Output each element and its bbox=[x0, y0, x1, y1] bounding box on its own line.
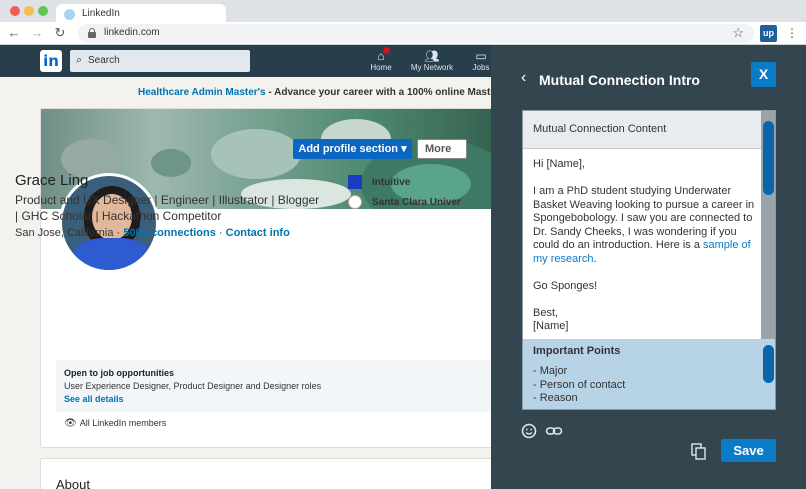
panel-title: Mutual Connection Intro bbox=[539, 72, 700, 88]
important-points: Important Points - Major - Person of con… bbox=[523, 339, 761, 409]
signature: [Name] bbox=[533, 320, 569, 332]
close-button[interactable]: X bbox=[751, 62, 776, 87]
profile-headline: Product and UX Designer | Engineer | Ill… bbox=[15, 193, 320, 223]
list-item: - Person of contact bbox=[533, 378, 626, 391]
content-header: Mutual Connection Content bbox=[523, 111, 761, 149]
network-icon: 👥︎ bbox=[424, 49, 440, 63]
copy-icon[interactable] bbox=[691, 443, 707, 460]
dropdown-icon: ▾ bbox=[401, 143, 407, 155]
points-list: - Major - Person of contact - Reason bbox=[533, 365, 625, 406]
nav-network-label: My Network bbox=[410, 63, 454, 72]
points-scroll-thumb[interactable] bbox=[763, 345, 774, 383]
content-header-label: Mutual Connection Content bbox=[533, 123, 667, 135]
jobs-icon: ▭ bbox=[475, 49, 487, 63]
favicon-icon bbox=[64, 9, 75, 20]
linkedin-logo[interactable]: in bbox=[40, 50, 62, 72]
tab-title: LinkedIn bbox=[82, 8, 120, 19]
message-paragraph: I am a PhD student studying Underwater B… bbox=[533, 185, 755, 265]
promo-link[interactable]: Healthcare Admin Master's bbox=[138, 87, 266, 98]
add-profile-section-button[interactable]: Add profile section ▾ bbox=[293, 139, 412, 159]
reload-icon[interactable]: ↻ bbox=[52, 25, 68, 41]
profile-meta: San Jose, California · 500+ connections … bbox=[15, 227, 290, 239]
nav-home[interactable]: ⌂ Home bbox=[366, 47, 396, 72]
message-body[interactable]: Hi [Name], I am a PhD student studying U… bbox=[533, 158, 759, 334]
lock-icon bbox=[88, 28, 96, 38]
separator: · bbox=[113, 227, 124, 239]
star-icon[interactable]: ☆ bbox=[732, 25, 744, 41]
search-input[interactable]: ⌕ Search bbox=[70, 50, 250, 72]
intro-panel: ‹ Mutual Connection Intro X Mutual Conne… bbox=[491, 45, 806, 489]
extension-icon[interactable]: up bbox=[760, 25, 777, 42]
browser-toolbar: ← → ↻ linkedin.com ☆ up ⋮ bbox=[0, 22, 806, 45]
save-button[interactable]: Save bbox=[721, 439, 776, 462]
list-item: - Major bbox=[533, 365, 568, 377]
profile-location: San Jose, California bbox=[15, 227, 114, 239]
signoff: Go Sponges! bbox=[533, 279, 598, 292]
profile-card bbox=[40, 108, 500, 448]
minimize-window-button[interactable] bbox=[24, 6, 34, 16]
contact-info-link[interactable]: Contact info bbox=[226, 227, 290, 239]
kebab-icon[interactable]: ⋮ bbox=[786, 25, 798, 41]
company-label: Intuitive bbox=[372, 177, 411, 188]
emoji-icon[interactable] bbox=[521, 423, 537, 439]
nav-network[interactable]: 👥︎ My Network bbox=[406, 49, 458, 72]
address-bar[interactable]: linkedin.com ☆ bbox=[78, 24, 754, 43]
search-placeholder: Search bbox=[88, 55, 120, 66]
more-button[interactable]: More bbox=[417, 139, 467, 159]
greeting: Hi [Name], bbox=[533, 158, 585, 170]
link-icon[interactable] bbox=[545, 423, 563, 439]
home-icon: ⌂ bbox=[377, 49, 385, 63]
profile-name: Grace Ling bbox=[15, 172, 89, 189]
url-text[interactable]: linkedin.com bbox=[104, 27, 160, 38]
list-item: - Reason bbox=[533, 392, 578, 404]
intuitive-logo bbox=[348, 175, 362, 189]
close-window-button[interactable] bbox=[10, 6, 20, 16]
nav-jobs[interactable]: ▭ Jobs bbox=[470, 49, 492, 72]
about-title: About bbox=[56, 477, 90, 489]
message-editor[interactable]: Mutual Connection Content Hi [Name], I a… bbox=[522, 110, 776, 410]
separator: · bbox=[215, 227, 226, 239]
browser-titlebar: LinkedIn bbox=[0, 0, 806, 24]
promo-text: - Advance your career with a 100% online… bbox=[265, 87, 500, 98]
nav-home-label: Home bbox=[370, 63, 392, 72]
search-icon: ⌕ bbox=[76, 54, 83, 66]
browser-tab[interactable]: LinkedIn bbox=[56, 4, 226, 24]
back-icon[interactable]: ← bbox=[6, 25, 22, 41]
chevron-left-icon[interactable]: ‹ bbox=[521, 69, 526, 87]
maximize-window-button[interactable] bbox=[38, 6, 48, 16]
promo-line: Healthcare Admin Master's - Advance your… bbox=[138, 87, 500, 98]
closing: Best, bbox=[533, 306, 559, 319]
company-label: Santa Clara Univer bbox=[372, 197, 461, 208]
about-card: About bbox=[40, 458, 500, 489]
scu-logo bbox=[348, 195, 362, 209]
forward-icon[interactable]: → bbox=[29, 25, 45, 41]
important-points-title: Important Points bbox=[533, 345, 621, 357]
notification-badge bbox=[383, 47, 390, 54]
connections-link[interactable]: 500+ connections bbox=[123, 227, 216, 239]
content-scroll-thumb[interactable] bbox=[763, 121, 774, 195]
add-profile-section-label: Add profile section bbox=[298, 143, 399, 155]
nav-jobs-label: Jobs bbox=[472, 63, 490, 72]
